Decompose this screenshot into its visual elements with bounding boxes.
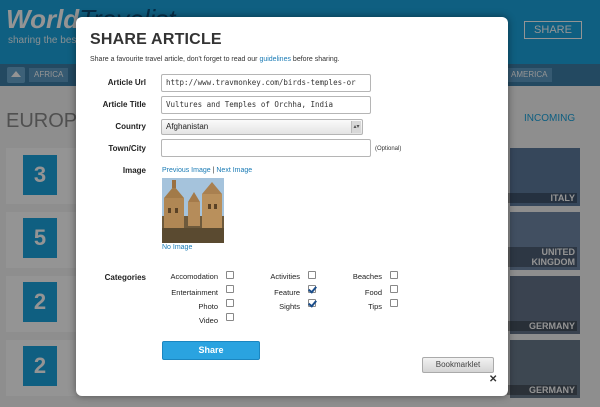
- checkbox-activities[interactable]: [308, 271, 316, 279]
- town-label: Town/City: [108, 144, 146, 153]
- bookmarklet-button[interactable]: Bookmarklet: [422, 357, 494, 373]
- article-url-label: Article Url: [107, 78, 146, 87]
- checkbox-beaches[interactable]: [390, 271, 398, 279]
- dialog-title: SHARE ARTICLE: [90, 31, 222, 48]
- checkbox-tips[interactable]: [390, 299, 398, 307]
- share-article-dialog: SHARE ARTICLE Share a favourite travel a…: [76, 17, 508, 396]
- dialog-intro: Share a favourite travel article, don't …: [90, 56, 340, 63]
- share-button[interactable]: Share: [162, 341, 260, 360]
- next-image-link[interactable]: Next Image: [216, 167, 252, 174]
- town-input[interactable]: [161, 139, 371, 157]
- categories-label: Categories: [104, 273, 146, 282]
- checkbox-entertainment[interactable]: [226, 285, 234, 293]
- checkbox-photo[interactable]: [226, 299, 234, 307]
- select-arrows-icon: ▴▾: [351, 121, 361, 133]
- country-label: Country: [115, 122, 146, 131]
- article-title-input[interactable]: Vultures and Temples of Orchha, India: [161, 96, 371, 114]
- article-image-preview: [162, 178, 224, 243]
- checkbox-feature[interactable]: [308, 285, 316, 293]
- town-optional-hint: (Optional): [375, 146, 402, 152]
- checkbox-sights[interactable]: [308, 299, 316, 307]
- country-select[interactable]: Afghanistan ▴▾: [161, 119, 363, 135]
- close-icon[interactable]: ✕: [489, 374, 497, 385]
- article-url-input[interactable]: http://www.travmonkey.com/birds-temples-…: [161, 74, 371, 92]
- checkbox-accomodation[interactable]: [226, 271, 234, 279]
- country-select-value: Afghanistan: [166, 122, 209, 131]
- checkbox-food[interactable]: [390, 285, 398, 293]
- no-image-link[interactable]: No Image: [162, 244, 192, 251]
- image-nav: Previous Image | Next Image: [162, 167, 253, 174]
- checkbox-video[interactable]: [226, 313, 234, 321]
- image-label: Image: [122, 166, 146, 175]
- guidelines-link[interactable]: guidelines: [259, 56, 291, 63]
- article-title-label: Article Title: [102, 100, 146, 109]
- previous-image-link[interactable]: Previous Image: [162, 167, 211, 174]
- temple-photo: [162, 178, 224, 243]
